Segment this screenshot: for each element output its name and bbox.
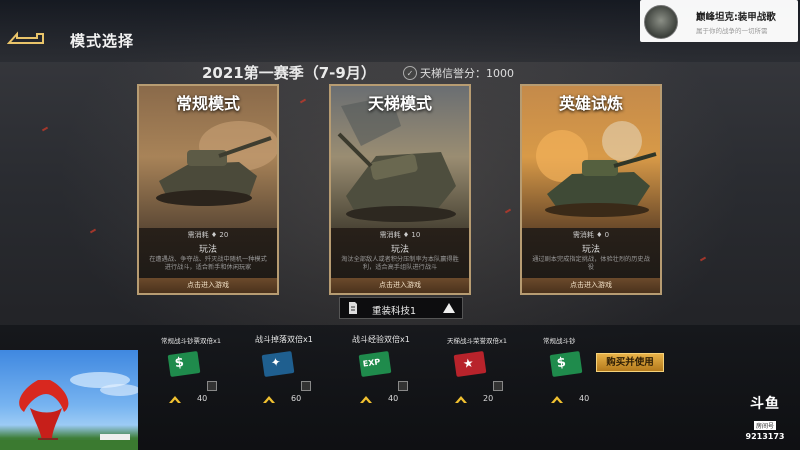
enter-game-button[interactable]: 点击进入游戏	[331, 278, 469, 293]
channel-name: 巅峰坦克:装甲战歌	[696, 12, 776, 23]
cost-label: 需消耗	[379, 231, 401, 239]
item-title: 常规战斗钞票双倍x1	[161, 337, 221, 345]
back-arrow-icon	[7, 31, 44, 44]
red-sculpture-image	[0, 372, 138, 450]
credit-label: 天梯信誉分：1000	[420, 67, 514, 80]
ember-decoration	[504, 208, 512, 214]
douyu-watermark: 斗鱼 房间号 9213173	[742, 393, 788, 441]
chevron-up-icon	[169, 396, 181, 403]
chevron-up-icon	[455, 396, 467, 403]
item-glyph: ★	[461, 355, 475, 371]
mode-title: 常规模式	[175, 94, 240, 113]
channel-subtitle: 属于你的战争的一切所需	[696, 27, 768, 35]
item-checkbox[interactable]	[398, 381, 408, 391]
play-title: 玩法	[390, 245, 409, 255]
item-count: 40	[579, 394, 590, 403]
item-glyph: ✦	[269, 354, 282, 370]
stream-overlay-image	[0, 350, 138, 450]
room-number: 9213173	[745, 432, 785, 441]
exp-icon: EXP	[358, 351, 392, 377]
mode-card-regular[interactable]: 常规模式 需消耗 ♦ 20 玩法 在遭遇战、争夺战、歼灭战中随机一种模式进行战斗…	[137, 84, 279, 295]
play-title: 玩法	[581, 245, 600, 255]
fuel-icon: ♦	[596, 231, 605, 239]
mode-title: 英雄试炼	[558, 94, 623, 113]
item-glyph: $	[173, 355, 185, 372]
cost-value: 10	[411, 231, 421, 239]
buy-and-use-button[interactable]: 购买并使用	[596, 353, 664, 372]
item-title: 常规战斗钞	[543, 337, 576, 345]
boost-item[interactable]: 常规战斗钞 $ 40	[543, 335, 593, 405]
item-title: 战斗经验双倍x1	[352, 335, 410, 344]
chevron-up-icon	[360, 396, 372, 403]
item-checkbox[interactable]	[301, 381, 311, 391]
cost-label: 需消耗	[572, 231, 594, 239]
tech-label: 重装科技1	[372, 306, 417, 317]
tech-selector[interactable]: 重装科技1	[339, 297, 463, 319]
item-checkbox[interactable]	[207, 381, 217, 391]
back-button[interactable]	[6, 30, 46, 48]
document-icon	[349, 302, 357, 314]
mode-title: 天梯模式	[367, 94, 432, 113]
triangle-up-icon	[443, 303, 455, 313]
mode-description: 淘汰全部敌人或者积分压制率为本队赢得胜利，适合高手组队进行战斗	[341, 256, 459, 271]
boost-item[interactable]: 战斗掉落双倍x1 ✦ 60	[255, 335, 345, 405]
season-title: 2021第一赛季（7-9月）	[202, 64, 376, 82]
chevron-up-icon	[263, 396, 275, 403]
mode-info: 需消耗 ♦ 10 玩法 淘汰全部敌人或者积分压制率为本队赢得胜利，适合高手组队进…	[331, 228, 469, 280]
channel-avatar	[644, 5, 678, 39]
mode-card-hero-trial[interactable]: 英雄试炼 需消耗 ♦ 0 玩法 通过剧本完成指定挑战，体验壮烈的历史战役 点击进…	[520, 84, 662, 295]
mode-info: 需消耗 ♦ 20 玩法 在遭遇战、争夺战、歼灭战中随机一种模式进行战斗，适合新手…	[139, 228, 277, 280]
drop-icon: ✦	[261, 351, 295, 377]
mode-info: 需消耗 ♦ 0 玩法 通过剧本完成指定挑战，体验壮烈的历史战役	[522, 228, 660, 280]
cost-row: 需消耗 ♦ 20	[139, 230, 277, 240]
cost-value: 0	[604, 231, 610, 239]
douyu-logo: 斗鱼	[750, 396, 780, 412]
item-checkbox[interactable]	[493, 381, 503, 391]
ladder-credit: ✓ 天梯信誉分：1000	[403, 65, 514, 81]
chevron-up-icon	[551, 396, 563, 403]
credit-icon: ✓	[403, 66, 417, 80]
item-count: 40	[388, 394, 399, 403]
dollar-icon: $	[549, 351, 583, 377]
item-count: 60	[291, 394, 302, 403]
ember-decoration	[89, 228, 97, 234]
mode-description: 通过剧本完成指定挑战，体验壮烈的历史战役	[532, 256, 650, 271]
cost-value: 20	[219, 231, 229, 239]
mode-description: 在遭遇战、争夺战、歼灭战中随机一种模式进行战斗，适合新手和休闲玩家	[149, 256, 267, 271]
enter-game-button[interactable]: 点击进入游戏	[522, 278, 660, 293]
ember-decoration	[699, 256, 707, 262]
item-title: 天梯战斗荣誉双倍x1	[447, 337, 507, 345]
cost-row: 需消耗 ♦ 10	[331, 230, 469, 240]
dollar-icon: $	[167, 351, 201, 377]
item-glyph: $	[555, 355, 567, 372]
boost-item[interactable]: 天梯战斗荣誉双倍x1 ★ 20	[447, 335, 537, 405]
mode-card-ladder[interactable]: 天梯模式 需消耗 ♦ 10 玩法 淘汰全部敌人或者积分压制率为本队赢得胜利，适合…	[329, 84, 471, 295]
enter-game-button[interactable]: 点击进入游戏	[139, 278, 277, 293]
channel-info: 巅峰坦克:装甲战歌 属于你的战争的一切所需	[640, 0, 798, 42]
cost-label: 需消耗	[187, 231, 209, 239]
boost-item[interactable]: 常规战斗钞票双倍x1 $ 40	[161, 335, 251, 405]
star-icon: ★	[453, 351, 487, 377]
ember-decoration	[299, 98, 307, 104]
ember-decoration	[41, 126, 49, 132]
room-label: 房间号	[753, 421, 776, 430]
page-title: 模式选择	[70, 32, 135, 50]
boost-item[interactable]: 战斗经验双倍x1 EXP 40	[352, 335, 442, 405]
play-title: 玩法	[198, 245, 217, 255]
item-glyph: EXP	[362, 357, 381, 369]
cost-row: 需消耗 ♦ 0	[522, 230, 660, 240]
item-title: 战斗掉落双倍x1	[255, 335, 313, 344]
item-count: 40	[197, 394, 208, 403]
item-count: 20	[483, 394, 494, 403]
